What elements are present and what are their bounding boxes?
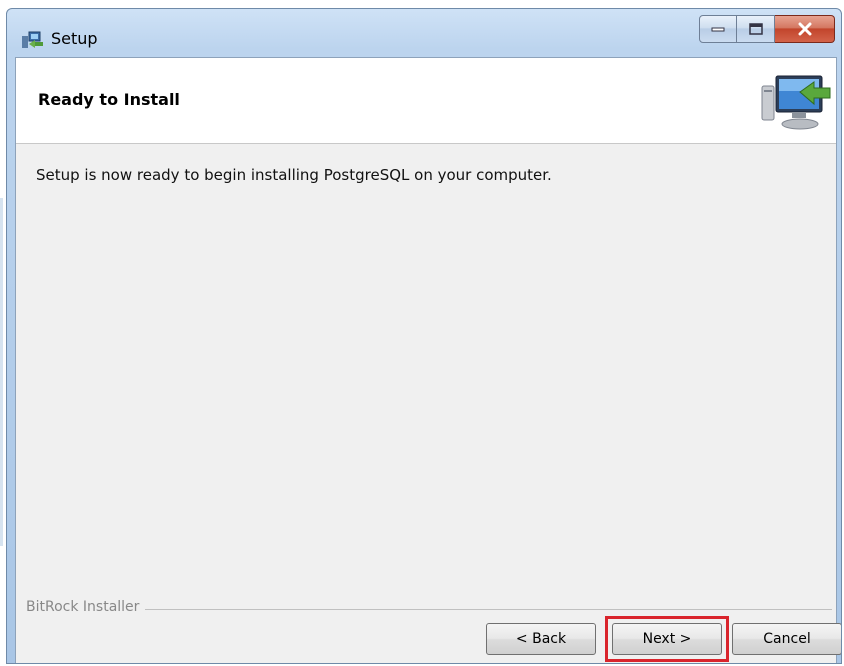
cancel-button[interactable]: Cancel xyxy=(732,623,841,655)
setup-window: Setup Ready to Install Setup is now read… xyxy=(6,8,842,664)
window-title: Setup xyxy=(51,29,98,48)
ready-message: Setup is now ready to begin installing P… xyxy=(36,166,552,184)
page-title: Ready to Install xyxy=(38,90,180,109)
maximize-button[interactable] xyxy=(737,15,775,43)
frame-left-edge xyxy=(0,198,3,546)
minimize-button[interactable] xyxy=(699,15,737,43)
setup-client-area: Ready to Install Setup is now ready to b… xyxy=(15,57,841,663)
back-button[interactable]: < Back xyxy=(486,623,596,655)
installer-computer-icon xyxy=(756,64,832,140)
maximize-icon xyxy=(748,23,763,35)
minimize-icon xyxy=(711,27,725,32)
next-button[interactable]: Next > xyxy=(612,623,722,655)
close-icon xyxy=(798,22,811,36)
window-controls xyxy=(699,15,835,45)
wizard-header: Ready to Install xyxy=(16,58,836,144)
close-button[interactable] xyxy=(775,15,835,43)
footer-divider xyxy=(26,609,832,611)
installer-brand-label: BitRock Installer xyxy=(26,599,146,615)
setup-app-icon xyxy=(21,30,45,52)
